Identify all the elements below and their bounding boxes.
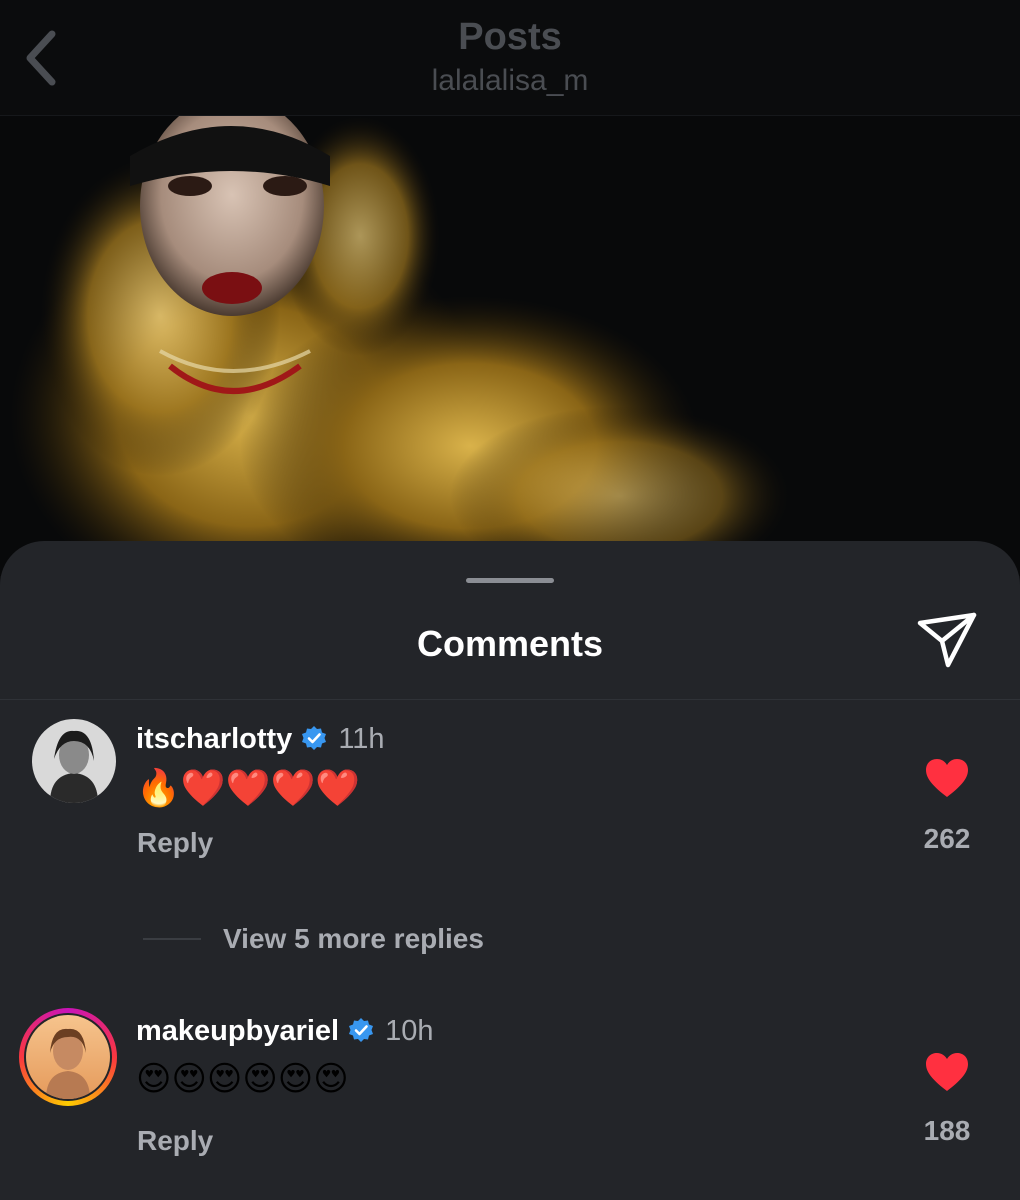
- top-navigation-bar: Posts lalalalisa_m: [0, 0, 1020, 116]
- comment-text: 😍😍😍😍😍😍: [136, 1059, 349, 1099]
- page-subtitle-username: lalalalisa_m: [431, 64, 589, 97]
- view-more-replies[interactable]: View 5 more replies: [143, 923, 484, 955]
- page-title: Posts: [458, 16, 562, 58]
- post-image[interactable]: [0, 116, 1020, 576]
- comment-text: 🔥❤️❤️❤️❤️: [136, 767, 360, 809]
- instagram-comments-screen: Posts lalalalisa_m Comments itscharlotty…: [0, 0, 1020, 1200]
- heart-icon: [926, 759, 968, 797]
- like-button[interactable]: [924, 757, 970, 799]
- avatar[interactable]: [32, 719, 116, 803]
- avatar-image: [32, 719, 116, 803]
- comment-item: makeupbyariel 10h 😍😍😍😍😍😍 Reply 188: [0, 1008, 1020, 1200]
- comment-time: 10h: [385, 1014, 434, 1047]
- comment-username[interactable]: itscharlotty: [136, 723, 292, 756]
- comments-title: Comments: [416, 623, 604, 664]
- comment-username[interactable]: makeupbyariel: [136, 1015, 339, 1048]
- reply-button[interactable]: Reply: [137, 1125, 213, 1157]
- comment-time: 11h: [338, 722, 385, 755]
- avatar[interactable]: [26, 1015, 110, 1099]
- comments-sheet: Comments itscharlotty 11h 🔥❤️❤️❤️❤️ Repl…: [0, 541, 1020, 1200]
- story-ring[interactable]: [19, 1008, 117, 1106]
- like-count: 188: [923, 1115, 971, 1146]
- post-photo-artwork: [0, 116, 1020, 576]
- comment-emoji-text: 🔥❤️❤️❤️❤️: [136, 768, 361, 809]
- verified-badge-icon: [302, 726, 327, 750]
- share-button[interactable]: [914, 611, 980, 671]
- like-button[interactable]: [924, 1051, 970, 1093]
- replies-divider-line: [143, 938, 201, 940]
- reply-button[interactable]: Reply: [137, 827, 213, 859]
- comment-header: itscharlotty 11h: [136, 719, 385, 759]
- comment-header: makeupbyariel 10h: [136, 1011, 434, 1051]
- comment-emoji-text: 😍😍😍😍😍😍: [136, 1059, 349, 1099]
- sheet-drag-handle[interactable]: [466, 578, 554, 583]
- paper-plane-icon: [917, 612, 977, 668]
- header-divider: [0, 699, 1020, 700]
- view-more-replies-label[interactable]: View 5 more replies: [223, 923, 484, 955]
- like-count: 262: [923, 823, 971, 854]
- verified-badge-icon: [349, 1018, 374, 1042]
- avatar-image: [26, 1015, 110, 1099]
- heart-icon: [926, 1053, 968, 1091]
